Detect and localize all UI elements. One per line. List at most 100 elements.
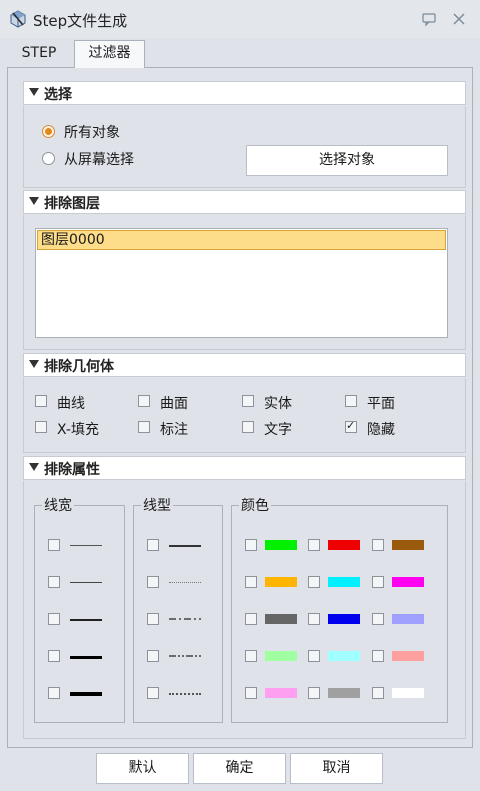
checkbox[interactable] <box>147 687 159 699</box>
color-option[interactable] <box>245 649 305 663</box>
color-option[interactable] <box>245 686 305 700</box>
checkbox[interactable] <box>308 613 320 625</box>
checkbox[interactable] <box>242 395 254 407</box>
color-legend: 颜色 <box>239 495 271 515</box>
triangle-down-icon <box>29 88 39 96</box>
checkbox[interactable] <box>48 539 60 551</box>
layer-listbox[interactable]: 图层0000 <box>35 228 448 338</box>
select-group-header[interactable]: 选择 <box>23 81 466 105</box>
checkbox[interactable] <box>245 539 257 551</box>
checkbox[interactable] <box>48 576 60 588</box>
line-width-option[interactable] <box>48 649 128 663</box>
exclude-attributes-body: 线宽 线型 颜色 <box>23 481 466 739</box>
checkbox[interactable] <box>35 421 47 433</box>
checkbox[interactable] <box>147 650 159 662</box>
checkbox[interactable] <box>308 576 320 588</box>
list-item[interactable]: 图层0000 <box>37 230 446 250</box>
checkbox[interactable] <box>35 395 47 407</box>
tab-strip: STEP 过滤器 <box>0 38 480 68</box>
exclude-layers-header[interactable]: 排除图层 <box>23 190 466 214</box>
line-sample <box>70 619 102 621</box>
color-swatch <box>392 651 424 661</box>
line-type-legend: 线型 <box>141 495 173 515</box>
checkbox[interactable] <box>372 576 384 588</box>
color-option[interactable] <box>245 538 305 552</box>
color-option[interactable] <box>308 686 368 700</box>
checkbox[interactable] <box>48 613 60 625</box>
color-option[interactable] <box>372 538 432 552</box>
exclude-layers-title: 排除图层 <box>44 196 100 212</box>
radio-button[interactable] <box>42 125 55 138</box>
line-type-option[interactable] <box>147 649 227 663</box>
checkbox[interactable] <box>372 687 384 699</box>
color-swatch <box>265 614 297 624</box>
select-objects-button[interactable]: 选择对象 <box>246 145 448 176</box>
checkbox[interactable] <box>308 687 320 699</box>
checkbox[interactable] <box>147 539 159 551</box>
checkbox[interactable] <box>372 650 384 662</box>
checkbox[interactable] <box>372 613 384 625</box>
checkbox[interactable] <box>138 421 150 433</box>
tab-filter[interactable]: 过滤器 <box>74 40 145 68</box>
checkbox[interactable] <box>48 650 60 662</box>
triangle-down-icon <box>29 360 39 368</box>
color-swatch <box>328 577 360 587</box>
ok-button[interactable]: 确定 <box>193 753 286 784</box>
color-option[interactable] <box>372 575 432 589</box>
checkbox[interactable] <box>147 613 159 625</box>
checkbox[interactable] <box>245 576 257 588</box>
line-width-option[interactable] <box>48 612 128 626</box>
line-sample <box>169 545 201 547</box>
checkbox[interactable] <box>245 687 257 699</box>
line-sample <box>169 693 201 695</box>
color-option[interactable] <box>308 649 368 663</box>
help-icon[interactable] <box>421 11 437 27</box>
radio-button[interactable] <box>42 152 55 165</box>
checkbox[interactable] <box>372 539 384 551</box>
color-swatch <box>328 688 360 698</box>
line-type-option[interactable] <box>147 538 227 552</box>
color-option[interactable] <box>245 612 305 626</box>
triangle-down-icon <box>29 197 39 205</box>
checkbox-label: 平面 <box>367 396 395 412</box>
color-option[interactable] <box>372 686 432 700</box>
exclude-geometry-header[interactable]: 排除几何体 <box>23 353 466 377</box>
line-type-option[interactable] <box>147 686 227 700</box>
line-type-option[interactable] <box>147 612 227 626</box>
exclude-geometry-title: 排除几何体 <box>44 359 114 375</box>
checkbox[interactable] <box>245 613 257 625</box>
checkbox[interactable] <box>308 539 320 551</box>
checkbox[interactable] <box>147 576 159 588</box>
exclude-geometry-group: 排除几何体 曲线 曲面 实体 平面 X-填充 标注 文字 ✓ 隐藏 <box>23 353 466 453</box>
color-swatch <box>328 651 360 661</box>
line-width-option[interactable] <box>48 538 128 552</box>
line-sample <box>70 545 102 546</box>
checkbox[interactable] <box>138 395 150 407</box>
line-width-option[interactable] <box>48 575 128 589</box>
color-option[interactable] <box>308 538 368 552</box>
color-option[interactable] <box>308 575 368 589</box>
line-width-option[interactable] <box>48 686 128 700</box>
checkbox[interactable] <box>48 687 60 699</box>
color-fieldset: 颜色 <box>231 495 448 723</box>
color-option[interactable] <box>372 612 432 626</box>
color-option[interactable] <box>308 612 368 626</box>
color-option[interactable] <box>245 575 305 589</box>
exclude-attributes-header[interactable]: 排除属性 <box>23 456 466 480</box>
checkbox-label: 隐藏 <box>367 422 395 438</box>
checkbox[interactable] <box>345 419 357 433</box>
exclude-layers-group: 排除图层 图层0000 <box>23 190 466 350</box>
color-swatch <box>392 614 424 624</box>
checkbox[interactable] <box>345 395 357 407</box>
color-swatch <box>392 540 424 550</box>
line-type-option[interactable] <box>147 575 227 589</box>
close-icon[interactable] <box>451 11 467 27</box>
color-swatch <box>265 577 297 587</box>
default-button[interactable]: 默认 <box>96 753 189 784</box>
tab-step[interactable]: STEP <box>10 41 68 67</box>
checkbox[interactable] <box>308 650 320 662</box>
cancel-button[interactable]: 取消 <box>290 753 383 784</box>
color-option[interactable] <box>372 649 432 663</box>
checkbox[interactable] <box>242 421 254 433</box>
checkbox[interactable] <box>245 650 257 662</box>
